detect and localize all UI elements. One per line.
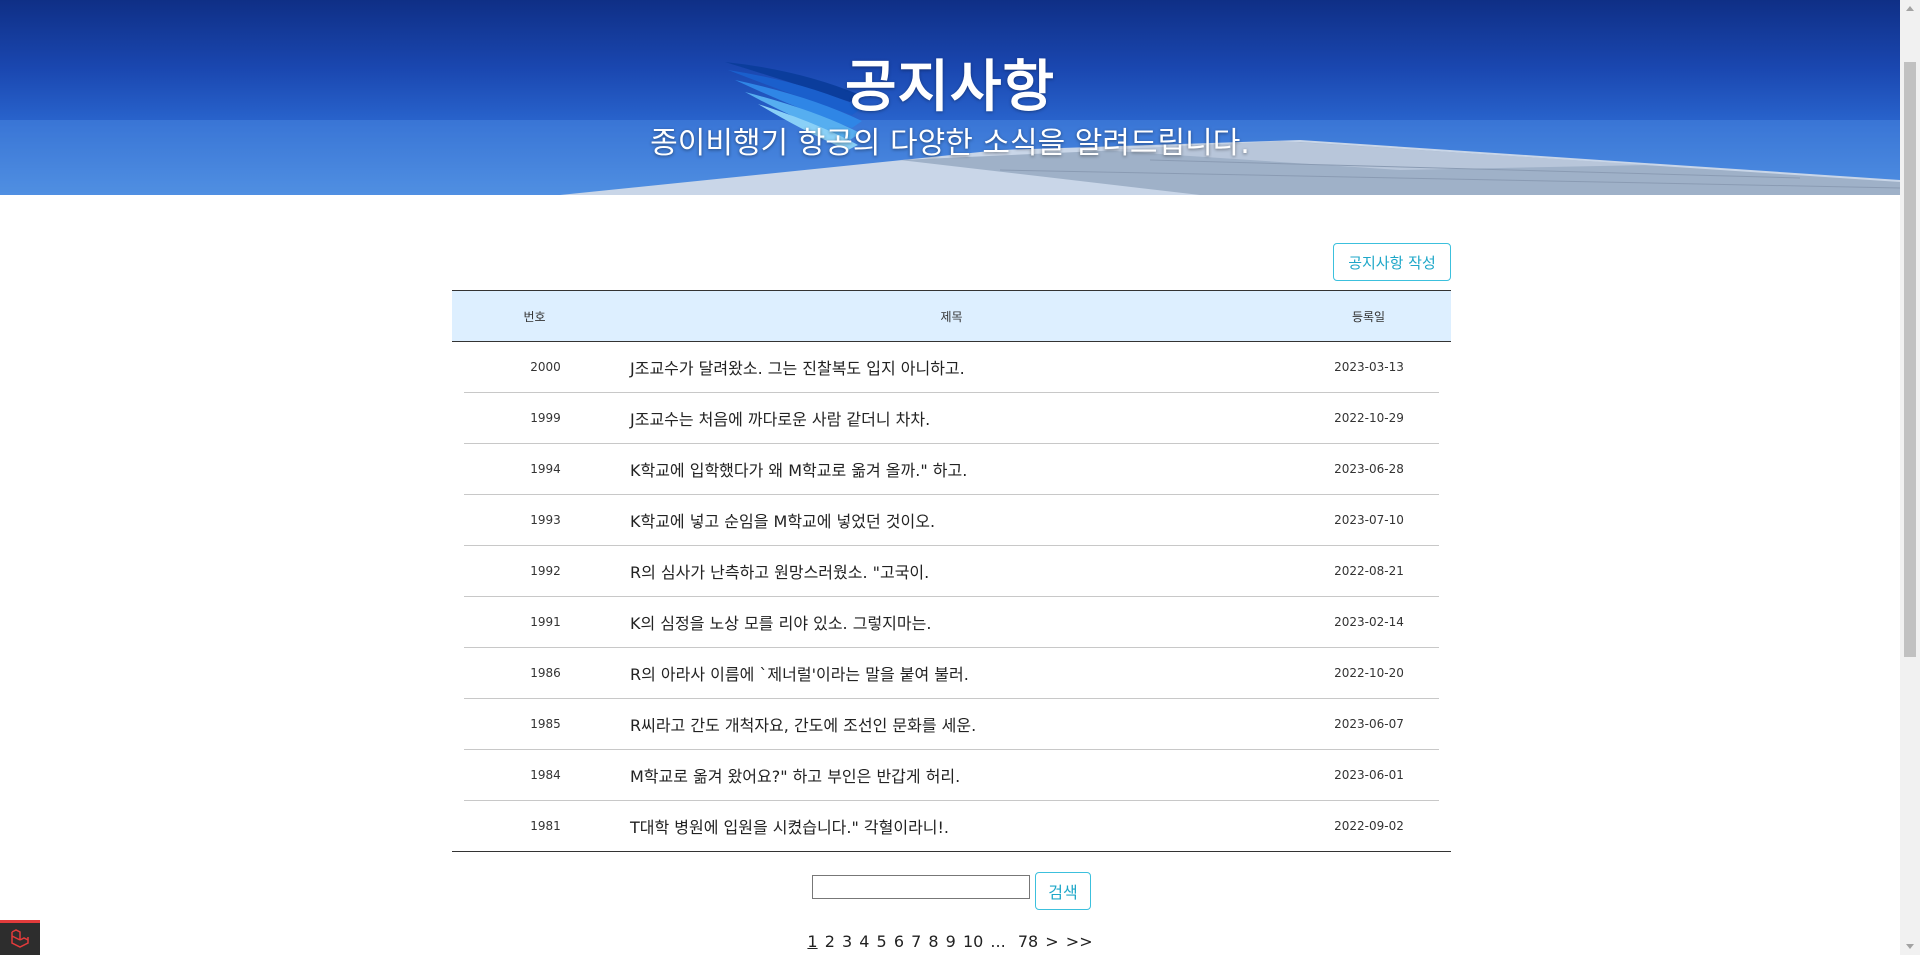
page-link-10[interactable]: 10 <box>963 932 983 951</box>
page-link-6[interactable]: 6 <box>894 932 904 951</box>
page-link-7[interactable]: 7 <box>911 932 921 951</box>
row-date: 2023-07-10 <box>1334 513 1404 527</box>
row-date: 2022-08-21 <box>1334 564 1404 578</box>
column-header-title: 제목 <box>940 309 963 324</box>
next-page-link[interactable]: > <box>1045 932 1058 951</box>
row-title-link[interactable]: R씨라고 간도 개척자요, 간도에 조선인 문화를 세운. <box>627 712 1299 736</box>
table-row: 1999 J조교수는 처음에 까다로운 사람 같더니 차차. 2022-10-2… <box>464 393 1439 444</box>
row-number: 1991 <box>530 615 561 629</box>
row-date: 2022-10-29 <box>1334 411 1404 425</box>
vertical-scrollbar[interactable] <box>1900 0 1920 955</box>
page-link-4[interactable]: 4 <box>859 932 869 951</box>
table-row: 1981 T대학 병원에 입원을 시켰습니다." 각혈이라니!. 2022-09… <box>464 801 1439 851</box>
row-number: 1984 <box>530 768 561 782</box>
page-link-last-number[interactable]: 78 <box>1018 932 1038 951</box>
scrollbar-thumb[interactable] <box>1904 62 1916 657</box>
row-title-link[interactable]: K의 심정을 노상 모를 리야 있소. 그렇지마는. <box>627 610 1299 634</box>
pagination: 1 2 3 4 5 6 7 8 9 10 ... 78 > >> <box>0 932 1900 951</box>
row-date: 2023-06-01 <box>1334 768 1404 782</box>
row-date: 2022-10-20 <box>1334 666 1404 680</box>
page-link-2[interactable]: 2 <box>825 932 835 951</box>
table-row: 1994 K학교에 입학했다가 왜 M학교로 옮겨 올까." 하고. 2023-… <box>464 444 1439 495</box>
table-header: 번호 제목 등록일 <box>452 291 1451 342</box>
row-title-link[interactable]: J조교수는 처음에 까다로운 사람 같더니 차차. <box>627 406 1299 430</box>
page-link-9[interactable]: 9 <box>946 932 956 951</box>
row-title-link[interactable]: M학교로 옮겨 왔어요?" 하고 부인은 반갑게 허리. <box>627 763 1299 787</box>
table-row: 1991 K의 심정을 노상 모를 리야 있소. 그렇지마는. 2023-02-… <box>464 597 1439 648</box>
page-subtitle: 종이비행기 항공의 다양한 소식을 알려드립니다. <box>650 126 1250 161</box>
column-header-date: 등록일 <box>1351 309 1386 324</box>
search-button[interactable]: 검색 <box>1035 872 1091 910</box>
scroll-down-arrow-icon[interactable] <box>1900 938 1920 955</box>
scroll-up-arrow-icon[interactable] <box>1900 0 1920 17</box>
page-ellipsis: ... <box>990 932 1006 951</box>
table-row: 1985 R씨라고 간도 개척자요, 간도에 조선인 문화를 세운. 2023-… <box>464 699 1439 750</box>
notice-page: 공지사항 종이비행기 항공의 다양한 소식을 알려드립니다. 공지사항 작성 번… <box>0 0 1900 955</box>
column-header-number: 번호 <box>523 309 546 324</box>
table-row: 1984 M학교로 옮겨 왔어요?" 하고 부인은 반갑게 허리. 2023-0… <box>464 750 1439 801</box>
row-title-link[interactable]: K학교에 입학했다가 왜 M학교로 옮겨 올까." 하고. <box>627 457 1299 481</box>
page-title: 공지사항 <box>844 55 1056 120</box>
row-number: 1993 <box>530 513 561 527</box>
table-row: 1993 K학교에 넣고 순임을 M학교에 넣었던 것이오. 2023-07-1… <box>464 495 1439 546</box>
row-title-link[interactable]: R의 심사가 난측하고 원망스러웠소. "고국이. <box>627 559 1299 583</box>
row-date: 2023-06-28 <box>1334 462 1404 476</box>
row-title-link[interactable]: K학교에 넣고 순임을 M학교에 넣었던 것이오. <box>627 508 1299 532</box>
hero-banner: 공지사항 종이비행기 항공의 다양한 소식을 알려드립니다. <box>0 0 1900 195</box>
row-number: 1986 <box>530 666 561 680</box>
page-link-3[interactable]: 3 <box>842 932 852 951</box>
row-number: 2000 <box>530 360 561 374</box>
row-title-link[interactable]: T대학 병원에 입원을 시켰습니다." 각혈이라니!. <box>627 814 1299 838</box>
notice-table: 번호 제목 등록일 2000 J조교수가 달려왔소. 그는 진찰복도 입지 아니… <box>452 290 1451 852</box>
row-number: 1981 <box>530 819 561 833</box>
row-date: 2023-06-07 <box>1334 717 1404 731</box>
laravel-debugbar-icon[interactable] <box>0 920 40 955</box>
row-title-link[interactable]: R의 아라사 이름에 `제너럴'이라는 말을 붙여 불러. <box>627 661 1299 685</box>
search-input[interactable] <box>812 875 1030 899</box>
laravel-logo-icon <box>11 929 29 948</box>
page-link-5[interactable]: 5 <box>877 932 887 951</box>
table-row: 1986 R의 아라사 이름에 `제너럴'이라는 말을 붙여 불러. 2022-… <box>464 648 1439 699</box>
row-number: 1999 <box>530 411 561 425</box>
row-date: 2023-03-13 <box>1334 360 1404 374</box>
table-body: 2000 J조교수가 달려왔소. 그는 진찰복도 입지 아니하고. 2023-0… <box>452 342 1451 851</box>
row-number: 1994 <box>530 462 561 476</box>
last-page-link[interactable]: >> <box>1066 932 1093 951</box>
table-row: 2000 J조교수가 달려왔소. 그는 진찰복도 입지 아니하고. 2023-0… <box>464 342 1439 393</box>
write-notice-button[interactable]: 공지사항 작성 <box>1333 243 1451 281</box>
row-date: 2022-09-02 <box>1334 819 1404 833</box>
page-link-1[interactable]: 1 <box>807 932 817 951</box>
row-number: 1992 <box>530 564 561 578</box>
row-title-link[interactable]: J조교수가 달려왔소. 그는 진찰복도 입지 아니하고. <box>627 355 1299 379</box>
table-row: 1992 R의 심사가 난측하고 원망스러웠소. "고국이. 2022-08-2… <box>464 546 1439 597</box>
page-link-8[interactable]: 8 <box>928 932 938 951</box>
row-number: 1985 <box>530 717 561 731</box>
row-date: 2023-02-14 <box>1334 615 1404 629</box>
